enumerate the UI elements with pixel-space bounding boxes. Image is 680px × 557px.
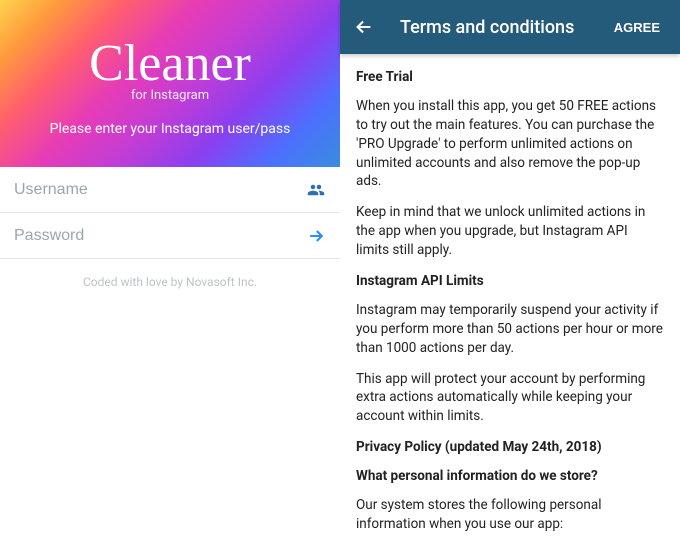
username-input[interactable] xyxy=(14,181,306,199)
api-limits-paragraph-2: This app will protect your account by pe… xyxy=(356,370,664,427)
free-trial-paragraph-1: When you install this app, you get 50 FR… xyxy=(356,97,664,191)
privacy-heading: Privacy Policy (updated May 24th, 2018) xyxy=(356,438,664,457)
toolbar: Terms and conditions AGREE xyxy=(340,0,680,54)
app-subtitle: for Instagram xyxy=(131,88,209,103)
agree-button[interactable]: AGREE xyxy=(606,12,668,43)
terms-body[interactable]: Free Trial When you install this app, yo… xyxy=(340,54,680,557)
password-input[interactable] xyxy=(14,227,306,245)
free-trial-heading: Free Trial xyxy=(356,68,664,87)
api-limits-heading: Instagram API Limits xyxy=(356,272,664,291)
password-row xyxy=(0,213,340,259)
footer-credit: Coded with love by Novasoft Inc. xyxy=(0,275,340,289)
privacy-question: What personal information do we store? xyxy=(356,467,664,486)
submit-arrow-icon[interactable] xyxy=(306,226,326,246)
terms-screen: Terms and conditions AGREE Free Trial Wh… xyxy=(340,0,680,557)
privacy-paragraph-1: Our system stores the following personal… xyxy=(356,496,664,534)
login-screen: Cleaner for Instagram Please enter your … xyxy=(0,0,340,557)
back-arrow-icon[interactable] xyxy=(352,15,376,39)
login-prompt: Please enter your Instagram user/pass xyxy=(50,121,291,137)
app-title: Cleaner xyxy=(89,38,251,90)
username-row xyxy=(0,167,340,213)
user-icon xyxy=(306,180,326,200)
toolbar-title: Terms and conditions xyxy=(400,17,606,38)
free-trial-paragraph-2: Keep in mind that we unlock unlimited ac… xyxy=(356,203,664,260)
hero-banner: Cleaner for Instagram Please enter your … xyxy=(0,0,340,167)
api-limits-paragraph-1: Instagram may temporarily suspend your a… xyxy=(356,301,664,358)
